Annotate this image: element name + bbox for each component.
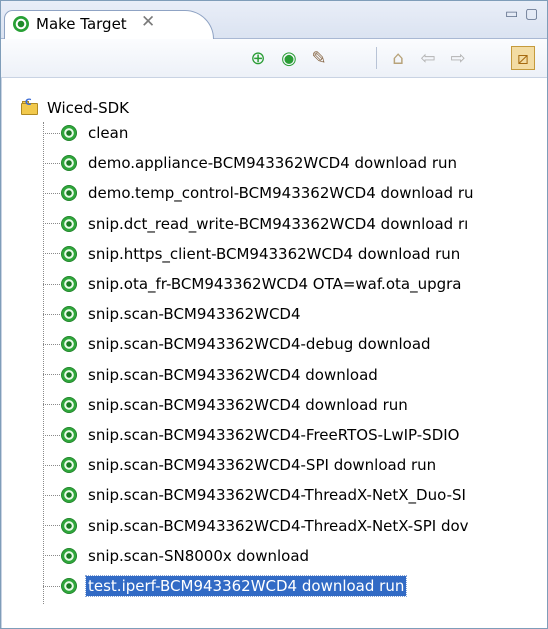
tree-connector <box>43 162 60 164</box>
project-folder-icon: C <box>21 98 39 115</box>
back-icon[interactable]: ⇦ <box>416 46 440 70</box>
tree-item[interactable]: snip.dct_read_write-BCM943362WCD4 downlo… <box>43 213 470 235</box>
tree-connector <box>43 525 60 527</box>
edit-target-icon[interactable]: ✎ <box>307 46 331 70</box>
view-tab-bar: Make Target ✕ ▭ ▢ <box>1 1 547 39</box>
tree-item[interactable]: demo.temp_control-BCM943362WCD4 download… <box>43 182 476 204</box>
tree-item[interactable]: snip.scan-SN8000x download <box>43 545 311 567</box>
tree-item[interactable]: clean <box>43 122 130 144</box>
target-icon <box>61 215 77 232</box>
tree-connector <box>43 223 60 225</box>
tree-item-label: snip.scan-BCM943362WCD4-SPI download run <box>88 456 437 475</box>
view-toolbar: ⊕ ◉ ✎ ⌂ ⇦ ⇨ ⧄ <box>1 39 547 78</box>
tree-item-label: snip.scan-BCM943362WCD4-ThreadX-NetX_Duo… <box>88 486 466 505</box>
tree-connector <box>43 494 60 496</box>
target-icon <box>61 517 77 534</box>
tree-connector <box>43 555 60 557</box>
tree-connector <box>43 132 60 134</box>
tree-item[interactable]: snip.https_client-BCM943362WCD4 download… <box>43 243 462 265</box>
root-label: Wiced-SDK <box>47 99 129 117</box>
tree-item[interactable]: snip.scan-BCM943362WCD4-FreeRTOS-LwIP-SD… <box>43 424 461 446</box>
target-icon <box>61 185 77 202</box>
target-icon <box>61 306 77 323</box>
tree-item[interactable]: snip.scan-BCM943362WCD4-ThreadX-NetX-SPI… <box>43 515 471 537</box>
tree-edge <box>1 78 2 628</box>
target-icon <box>61 396 77 413</box>
tree-item[interactable]: snip.scan-BCM943362WCD4 <box>43 303 303 325</box>
tree-item[interactable]: snip.scan-BCM943362WCD4-SPI download run <box>43 454 438 476</box>
tree-root[interactable]: C Wiced-SDK <box>21 97 129 119</box>
tree-item[interactable]: test.iperf-BCM943362WCD4 download run <box>43 575 408 597</box>
forward-icon[interactable]: ⇨ <box>446 46 470 70</box>
home-icon[interactable]: ⌂ <box>386 46 410 70</box>
tree-item[interactable]: snip.scan-BCM943362WCD4 download <box>43 364 380 386</box>
tree-item-label: clean <box>88 124 129 142</box>
tab-title: Make Target <box>36 15 127 33</box>
tree-connector <box>43 374 60 376</box>
tree-item[interactable]: snip.scan-BCM943362WCD4-ThreadX-NetX_Duo… <box>43 484 468 506</box>
maximize-button[interactable]: ▢ <box>525 6 538 22</box>
target-tree[interactable]: C Wiced-SDK clean demo.appliance-BCM94336… <box>1 78 547 628</box>
close-icon[interactable]: ✕ <box>141 12 155 32</box>
tree-connector <box>43 585 60 587</box>
build-target-icon[interactable]: ◉ <box>277 46 301 70</box>
target-icon <box>61 366 77 383</box>
tree-connector <box>43 404 60 406</box>
make-target-view: Make Target ✕ ▭ ▢ ⊕ ◉ ✎ ⌂ ⇦ ⇨ ⧄ C Wiced-… <box>0 0 548 629</box>
tree-item-label: snip.scan-BCM943362WCD4-FreeRTOS-LwIP-SD… <box>88 426 460 444</box>
tree-item-label: snip.https_client-BCM943362WCD4 download… <box>88 244 461 263</box>
tree-connector <box>43 464 60 466</box>
tree-item-label: snip.scan-BCM943362WCD4 <box>88 305 301 324</box>
tree-item-label: snip.scan-SN8000x download <box>88 546 310 565</box>
target-icon <box>61 155 77 172</box>
target-icon <box>61 125 77 141</box>
target-icon <box>61 276 77 292</box>
target-icon <box>61 457 77 474</box>
tree-connector <box>43 313 60 315</box>
new-target-icon[interactable]: ⊕ <box>246 46 270 70</box>
tree-item-label: snip.dct_read_write-BCM943362WCD4 downlo… <box>88 214 469 233</box>
tree-item-label: snip.scan-BCM943362WCD4-debug download <box>88 335 431 354</box>
tree-item-label: demo.temp_control-BCM943362WCD4 download… <box>88 184 474 203</box>
tree-connector <box>43 434 60 436</box>
minimize-button[interactable]: ▭ <box>505 6 518 22</box>
tree-item[interactable]: snip.ota_fr-BCM943362WCD4 OTA=waf.ota_up… <box>43 273 463 295</box>
make-target-icon <box>13 16 29 32</box>
tree-item-label: test.iperf-BCM943362WCD4 download run <box>84 575 408 597</box>
target-icon <box>61 245 77 262</box>
hide-empty-folders-icon[interactable]: ⧄ <box>511 46 535 70</box>
tab-make-target[interactable]: Make Target ✕ <box>4 10 214 39</box>
tree-item[interactable]: demo.appliance-BCM943362WCD4 download ru… <box>43 152 459 174</box>
target-icon <box>61 427 77 443</box>
target-icon <box>61 487 77 504</box>
target-icon <box>61 578 77 594</box>
tree-item-label: demo.appliance-BCM943362WCD4 download ru… <box>88 154 458 173</box>
tree-item[interactable]: snip.scan-BCM943362WCD4-debug download <box>43 333 433 355</box>
tree-item-label: snip.scan-BCM943362WCD4-ThreadX-NetX-SPI… <box>88 516 469 535</box>
target-icon <box>61 336 77 353</box>
tree-connector <box>43 283 60 285</box>
toolbar-separator <box>376 47 377 69</box>
tree-item[interactable]: snip.scan-BCM943362WCD4 download run <box>43 394 410 416</box>
tree-item-label: snip.scan-BCM943362WCD4 download <box>88 365 378 384</box>
tree-connector <box>43 253 60 255</box>
tree-item-label: snip.scan-BCM943362WCD4 download run <box>88 395 408 414</box>
tree-connector <box>43 192 60 194</box>
tree-connector <box>43 343 60 345</box>
tree-item-label: snip.ota_fr-BCM943362WCD4 OTA=waf.ota_up… <box>88 275 462 293</box>
target-icon <box>61 547 77 564</box>
